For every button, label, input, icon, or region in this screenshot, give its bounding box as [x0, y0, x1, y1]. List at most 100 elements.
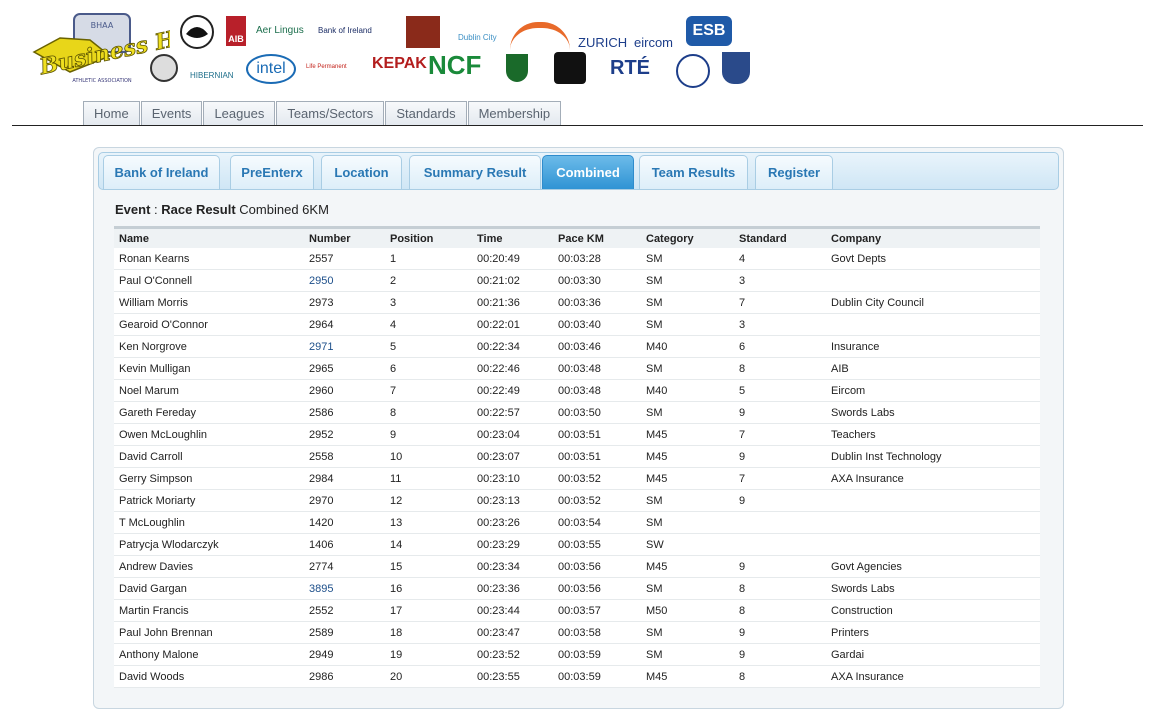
- tab-bar: Bank of Ireland PreEnterx Location Summary …: [98, 152, 1059, 190]
- cell-position: 10: [385, 445, 472, 468]
- sponsor-crest-logo[interactable]: [406, 16, 440, 48]
- cell-standard: 4: [734, 248, 826, 270]
- column-header-pace-km[interactable]: Pace KM: [553, 226, 641, 248]
- cell-time: 00:23:52: [472, 643, 553, 666]
- column-header-position[interactable]: Position: [385, 226, 472, 248]
- nav-item-standards[interactable]: Standards: [385, 101, 467, 125]
- tab-summary-result[interactable]: Summary Result: [409, 155, 541, 189]
- intel-logo[interactable]: intel: [246, 54, 296, 84]
- cell-pace-km: 00:03:30: [553, 269, 641, 292]
- cell-name: Kevin Mulligan: [114, 357, 304, 380]
- cell-name: William Morris: [114, 291, 304, 314]
- cell-position: 3: [385, 291, 472, 314]
- garda-crest-logo[interactable]: [148, 52, 180, 84]
- runner-number-link[interactable]: 2950: [309, 275, 333, 287]
- hibernian-logo[interactable]: HIBERNIAN: [190, 72, 234, 80]
- nav-item-membership[interactable]: Membership: [467, 101, 562, 125]
- header-divider: [12, 125, 1143, 126]
- tab-team-results[interactable]: Team Results: [639, 155, 748, 189]
- cell-time: 00:21:02: [472, 269, 553, 292]
- life-permanent-logo[interactable]: Life Permanent: [306, 64, 347, 70]
- table-row: Ronan Kearns 2557 1 00:20:49 00:03:28 SM 4 Govt…: [114, 248, 1040, 270]
- cell-name: Paul O'Connell: [114, 269, 304, 292]
- cell-pace-km: 00:03:52: [553, 467, 641, 490]
- zurich-logo[interactable]: ZURICH: [578, 36, 627, 49]
- nav-item-teams-sectors[interactable]: Teams/Sectors: [276, 101, 385, 125]
- cell-name: Paul John Brennan: [114, 621, 304, 644]
- column-header-time[interactable]: Time: [472, 226, 553, 248]
- cell-position: 11: [385, 467, 472, 490]
- cell-time: 00:23:55: [472, 665, 553, 688]
- rte-logo[interactable]: RTÉ: [610, 58, 650, 78]
- table-row: Owen McLoughlin 2952 9 00:23:04 00:03:51 M45 7…: [114, 423, 1040, 446]
- cell-company: Printers: [826, 621, 1040, 644]
- runner-number-link[interactable]: 2971: [309, 341, 333, 353]
- cell-standard: 7: [734, 423, 826, 446]
- cell-number: 2949: [304, 643, 385, 666]
- cell-number: 2970: [304, 489, 385, 512]
- cell-category: SM: [641, 511, 734, 534]
- cell-company: [826, 511, 1040, 534]
- site-header: BHAA Business Houses ATHLETIC ASSOCIATIO…: [0, 0, 1176, 128]
- column-header-name[interactable]: Name: [114, 226, 304, 248]
- table-row: David Carroll 2558 10 00:23:07 00:03:51 M45 9 D…: [114, 445, 1040, 468]
- table-row: Anthony Malone 2949 19 00:23:52 00:03:59 SM 9 G…: [114, 643, 1040, 666]
- cell-category: SM: [641, 489, 734, 512]
- cell-company: [826, 269, 1040, 292]
- cell-standard: 5: [734, 379, 826, 402]
- pearl-izumi-logo[interactable]: [554, 52, 586, 84]
- column-header-number[interactable]: Number: [304, 226, 385, 248]
- table-row: Kevin Mulligan 2965 6 00:22:46 00:03:48 SM 8 AI…: [114, 357, 1040, 380]
- kepak-logo[interactable]: KEPAK: [372, 56, 427, 72]
- esb-logo[interactable]: ESB: [686, 16, 732, 46]
- cell-time: 00:23:04: [472, 423, 553, 446]
- bank-of-ireland-logo[interactable]: Bank of Ireland: [318, 27, 372, 35]
- nav-item-leagues[interactable]: Leagues: [203, 101, 276, 125]
- cell-number: 1420: [304, 511, 385, 534]
- cell-company: AXA Insurance: [826, 467, 1040, 490]
- swan-logo[interactable]: [178, 14, 216, 50]
- cell-pace-km: 00:03:40: [553, 313, 641, 336]
- shield-logo[interactable]: [506, 54, 528, 82]
- tab-combined[interactable]: Combined: [542, 155, 634, 189]
- cell-position: 13: [385, 511, 472, 534]
- cell-time: 00:23:10: [472, 467, 553, 490]
- table-row: Gerry Simpson 2984 11 00:23:10 00:03:52 M45 7 A…: [114, 467, 1040, 490]
- cell-company: [826, 533, 1040, 556]
- cell-category: SM: [641, 401, 734, 424]
- tab-bank-of-ireland[interactable]: Bank of Ireland: [103, 155, 220, 189]
- table-row: Paul John Brennan 2589 18 00:23:47 00:03:58 S…: [114, 621, 1040, 644]
- tab-preenterx[interactable]: PreEnterx: [230, 155, 314, 189]
- nav-item-home[interactable]: Home: [83, 101, 140, 125]
- cell-company: Eircom: [826, 379, 1040, 402]
- cell-standard: 9: [734, 401, 826, 424]
- city-crest-logo[interactable]: [722, 52, 750, 84]
- cell-company: Gardai: [826, 643, 1040, 666]
- aer-lingus-logo[interactable]: Aer Lingus: [256, 26, 304, 36]
- cell-number: 2984: [304, 467, 385, 490]
- cell-name: Noel Marum: [114, 379, 304, 402]
- runner-number-link[interactable]: 3895: [309, 583, 333, 595]
- sponsor-swoosh-logo[interactable]: [510, 22, 570, 50]
- column-header-category[interactable]: Category: [641, 226, 734, 248]
- dublin-city-logo[interactable]: Dublin City: [458, 34, 497, 42]
- cell-standard: 9: [734, 489, 826, 512]
- logo-subtext: ATHLETIC ASSOCIATION: [72, 78, 132, 84]
- svg-text:BHAA: BHAA: [91, 21, 114, 30]
- event-label: Event: [115, 202, 151, 217]
- ncf-logo[interactable]: NCF: [428, 52, 481, 78]
- emblem-logo[interactable]: [676, 54, 710, 88]
- column-header-company[interactable]: Company: [826, 226, 1040, 248]
- tab-location[interactable]: Location: [321, 155, 402, 189]
- cell-name: Andrew Davies: [114, 555, 304, 578]
- column-header-standard[interactable]: Standard: [734, 226, 826, 248]
- cell-standard: 9: [734, 621, 826, 644]
- nav-item-events[interactable]: Events: [140, 101, 203, 125]
- cell-position: 1: [385, 248, 472, 270]
- tab-register[interactable]: Register: [755, 155, 833, 189]
- eircom-logo[interactable]: eircom: [634, 36, 673, 49]
- aib-logo[interactable]: AIB: [226, 16, 246, 46]
- cell-position: 5: [385, 335, 472, 358]
- cell-standard: 8: [734, 599, 826, 622]
- cell-company: [826, 313, 1040, 336]
